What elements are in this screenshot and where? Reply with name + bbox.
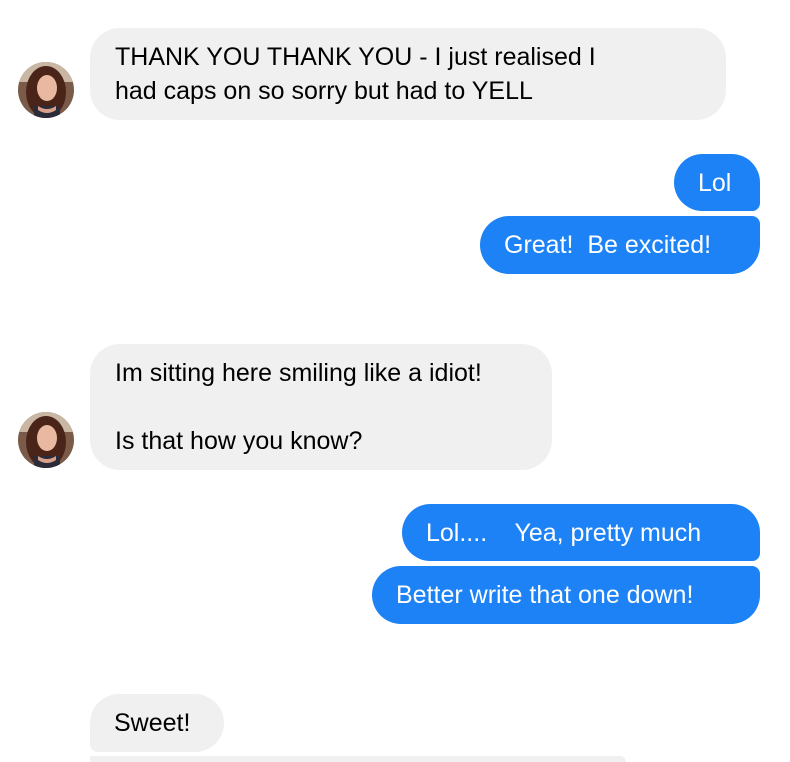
outgoing-message-bubble: Lol xyxy=(674,154,760,211)
incoming-message-bubble-partial xyxy=(90,756,626,762)
outgoing-message-bubble: Better write that one down! xyxy=(372,566,760,624)
contact-avatar[interactable] xyxy=(18,412,74,468)
incoming-message-bubble: THANK YOU THANK YOU - I just realised I … xyxy=(90,28,726,120)
outgoing-message-bubble: Great! Be excited! xyxy=(480,216,760,274)
outgoing-message-bubble: Lol.... Yea, pretty much xyxy=(402,504,760,561)
message-thread: THANK YOU THANK YOU - I just realised I … xyxy=(0,0,790,762)
incoming-message-bubble: Im sitting here smiling like a idiot! Is… xyxy=(90,344,552,470)
contact-avatar[interactable] xyxy=(18,62,74,118)
incoming-message-bubble: Sweet! xyxy=(90,694,224,752)
